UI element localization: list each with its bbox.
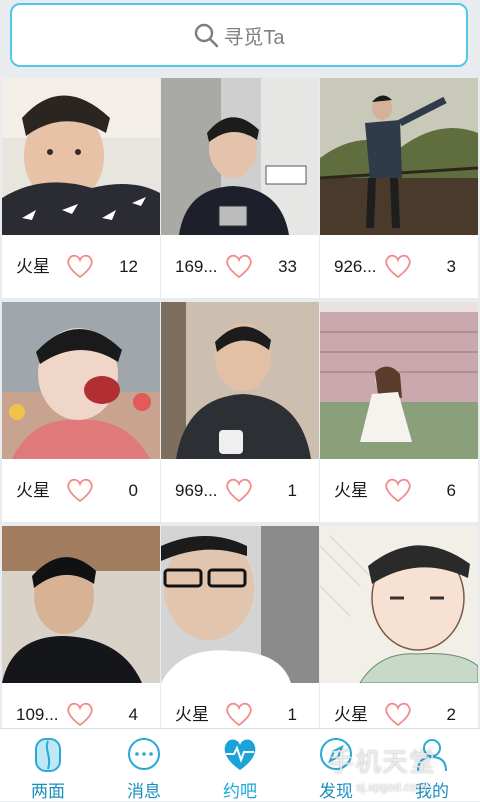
heart-icon[interactable] — [384, 478, 412, 508]
user-photo[interactable] — [161, 526, 319, 683]
user-photo[interactable] — [320, 78, 478, 235]
user-card[interactable]: 926... 3 — [320, 78, 478, 298]
tab-two-faces[interactable]: 两面 — [0, 729, 96, 801]
like-count: 33 — [278, 257, 297, 276]
user-name: 火星 — [16, 257, 50, 276]
like-count: 1 — [287, 481, 297, 500]
heart-icon[interactable] — [384, 254, 412, 284]
heart-icon[interactable] — [225, 478, 253, 508]
like-count: 0 — [128, 481, 138, 500]
user-name: 109... — [16, 705, 59, 724]
user-name: 169... — [175, 257, 218, 276]
user-photo[interactable] — [2, 78, 160, 235]
like-count: 3 — [446, 257, 456, 276]
tab-date[interactable]: 约吧 — [192, 729, 288, 801]
user-name: 火星 — [334, 481, 368, 500]
like-count: 12 — [119, 257, 138, 276]
user-name: 火星 — [16, 481, 50, 500]
user-photo[interactable] — [320, 526, 478, 683]
user-photo[interactable] — [161, 78, 319, 235]
search-placeholder: 寻觅Ta — [223, 26, 285, 49]
heart-icon[interactable] — [66, 702, 94, 728]
user-photo[interactable] — [2, 302, 160, 459]
message-bubble-icon — [126, 737, 162, 773]
user-photo[interactable] — [2, 526, 160, 683]
tab-label: 两面 — [31, 782, 65, 801]
heart-icon[interactable] — [225, 254, 253, 284]
user-card[interactable]: 火星 6 — [320, 302, 478, 522]
two-faces-icon — [30, 737, 66, 773]
like-count: 1 — [287, 705, 297, 724]
user-grid: 火星 12 169... 33 926... 3 火星 0 969... 1 火… — [0, 78, 480, 728]
tab-label: 约吧 — [223, 782, 257, 801]
search-bar[interactable]: 寻觅Ta — [10, 3, 468, 67]
heartbeat-icon — [222, 737, 258, 773]
search-icon — [193, 22, 219, 48]
user-card[interactable]: 火星 2 — [320, 526, 478, 728]
user-card[interactable]: 109... 4 — [2, 526, 160, 728]
like-count: 2 — [446, 705, 456, 724]
user-name: 火星 — [334, 705, 368, 724]
user-card[interactable]: 169... 33 — [161, 78, 319, 298]
like-count: 6 — [446, 481, 456, 500]
user-card[interactable]: 火星 1 — [161, 526, 319, 728]
user-photo[interactable] — [161, 302, 319, 459]
user-photo[interactable] — [320, 302, 478, 459]
tab-messages[interactable]: 消息 — [96, 729, 192, 801]
like-count: 4 — [128, 705, 138, 724]
tab-label: 消息 — [127, 782, 161, 801]
watermark-sub: sj.xpgod.com — [356, 780, 427, 794]
watermark-main: 手机天堂 — [328, 747, 437, 777]
heart-icon[interactable] — [66, 478, 94, 508]
heart-icon[interactable] — [384, 702, 412, 728]
user-name: 926... — [334, 257, 377, 276]
user-card[interactable]: 火星 12 — [2, 78, 160, 298]
user-card[interactable]: 火星 0 — [2, 302, 160, 522]
user-name: 969... — [175, 481, 218, 500]
heart-icon[interactable] — [225, 702, 253, 728]
user-name: 火星 — [175, 705, 209, 724]
watermark: 手机天堂 sj.xpgod.com — [328, 738, 478, 800]
heart-icon[interactable] — [66, 254, 94, 284]
user-card[interactable]: 969... 1 — [161, 302, 319, 522]
